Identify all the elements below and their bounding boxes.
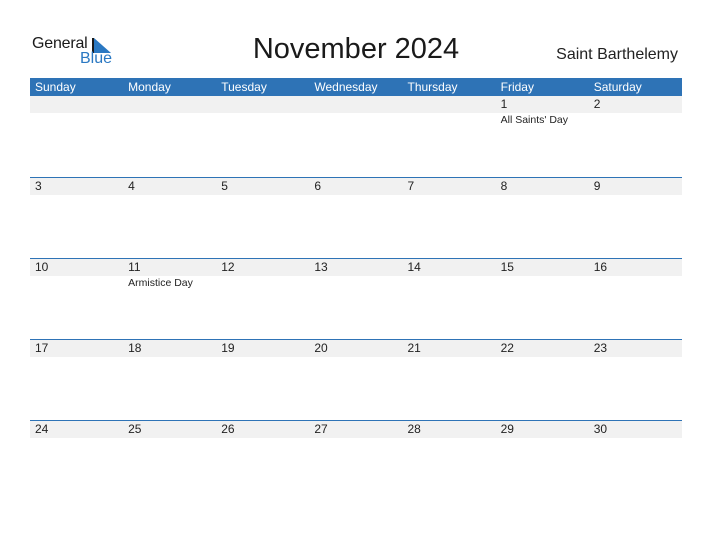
day-number: 27 bbox=[314, 422, 328, 436]
day-number: 1 bbox=[500, 97, 508, 111]
week-row: 10 11 12 13 14 15 16 Armistice Day bbox=[30, 258, 682, 339]
day-number: 6 bbox=[314, 179, 322, 193]
day-number: 9 bbox=[593, 179, 601, 193]
day-number: 19 bbox=[221, 341, 235, 355]
week-row: 17 18 19 20 21 22 23 bbox=[30, 339, 682, 420]
day-number: 2 bbox=[593, 97, 601, 111]
day-number: 20 bbox=[314, 341, 328, 355]
country-name: Saint Barthelemy bbox=[556, 46, 678, 63]
day-number: 30 bbox=[593, 422, 608, 436]
day-number bbox=[123, 96, 216, 113]
week-row: 24 25 26 27 28 29 30 bbox=[30, 420, 682, 501]
weekday-saturday: Saturday bbox=[593, 80, 642, 94]
day-number: 18 bbox=[128, 341, 142, 355]
day-number: 10 bbox=[35, 260, 49, 274]
holiday-label: All Saints' Day bbox=[500, 114, 568, 126]
holiday-label bbox=[589, 113, 682, 127]
day-number: 3 bbox=[35, 179, 42, 193]
day-number-row: 24 25 26 27 28 29 30 bbox=[30, 420, 682, 438]
day-number: 29 bbox=[500, 422, 514, 436]
day-number: 15 bbox=[500, 260, 514, 274]
day-number bbox=[216, 96, 309, 113]
holiday-label bbox=[403, 276, 496, 290]
day-number: 24 bbox=[35, 422, 49, 436]
day-number bbox=[403, 96, 496, 113]
holiday-label bbox=[30, 276, 123, 290]
day-number: 22 bbox=[500, 341, 514, 355]
day-number: 8 bbox=[500, 179, 508, 193]
day-number: 17 bbox=[35, 341, 49, 355]
day-number: 7 bbox=[407, 179, 415, 193]
holiday-label bbox=[496, 276, 589, 290]
day-number-row: 17 18 19 20 21 22 23 bbox=[30, 339, 682, 357]
day-number: 23 bbox=[593, 341, 608, 355]
weekday-header: Sunday Monday Tuesday Wednesday Thursday… bbox=[30, 78, 682, 96]
calendar-grid: Sunday Monday Tuesday Wednesday Thursday… bbox=[30, 78, 682, 438]
holiday-label bbox=[309, 276, 402, 290]
day-number: 28 bbox=[407, 422, 421, 436]
weekday-friday: Friday bbox=[500, 80, 534, 94]
day-number bbox=[309, 96, 402, 113]
day-number-row: 3 4 5 6 7 8 9 bbox=[30, 177, 682, 195]
holiday-label bbox=[403, 113, 496, 127]
weekday-wednesday: Wednesday bbox=[314, 80, 378, 94]
day-number: 4 bbox=[128, 179, 135, 193]
holiday-label bbox=[216, 276, 309, 290]
weekday-sunday: Sunday bbox=[35, 80, 76, 94]
day-number: 25 bbox=[128, 422, 142, 436]
holiday-label bbox=[309, 113, 402, 127]
event-row: All Saints' Day bbox=[30, 113, 682, 127]
holiday-label bbox=[30, 113, 123, 127]
day-number: 16 bbox=[593, 260, 608, 274]
day-number: 12 bbox=[221, 260, 235, 274]
week-row: 3 4 5 6 7 8 9 bbox=[30, 177, 682, 258]
weekday-thursday: Thursday bbox=[407, 80, 458, 94]
day-number-row: 12 bbox=[30, 96, 682, 113]
week-row: 1 2 All Saints' Day bbox=[30, 96, 682, 177]
day-number-row: 10 11 12 13 14 15 16 bbox=[30, 258, 682, 276]
day-number: 11 bbox=[128, 260, 141, 274]
holiday-label bbox=[123, 113, 216, 127]
day-number bbox=[30, 96, 123, 113]
day-number: 13 bbox=[314, 260, 328, 274]
holiday-label bbox=[216, 113, 309, 127]
holiday-label bbox=[589, 276, 682, 290]
day-number: 14 bbox=[407, 260, 421, 274]
holiday-label: Armistice Day bbox=[128, 277, 193, 289]
weekday-tuesday: Tuesday bbox=[221, 80, 267, 94]
event-row: Armistice Day bbox=[30, 276, 682, 290]
weekday-monday: Monday bbox=[128, 80, 171, 94]
day-number: 5 bbox=[221, 179, 228, 193]
day-number: 21 bbox=[407, 341, 421, 355]
day-number: 26 bbox=[221, 422, 235, 436]
